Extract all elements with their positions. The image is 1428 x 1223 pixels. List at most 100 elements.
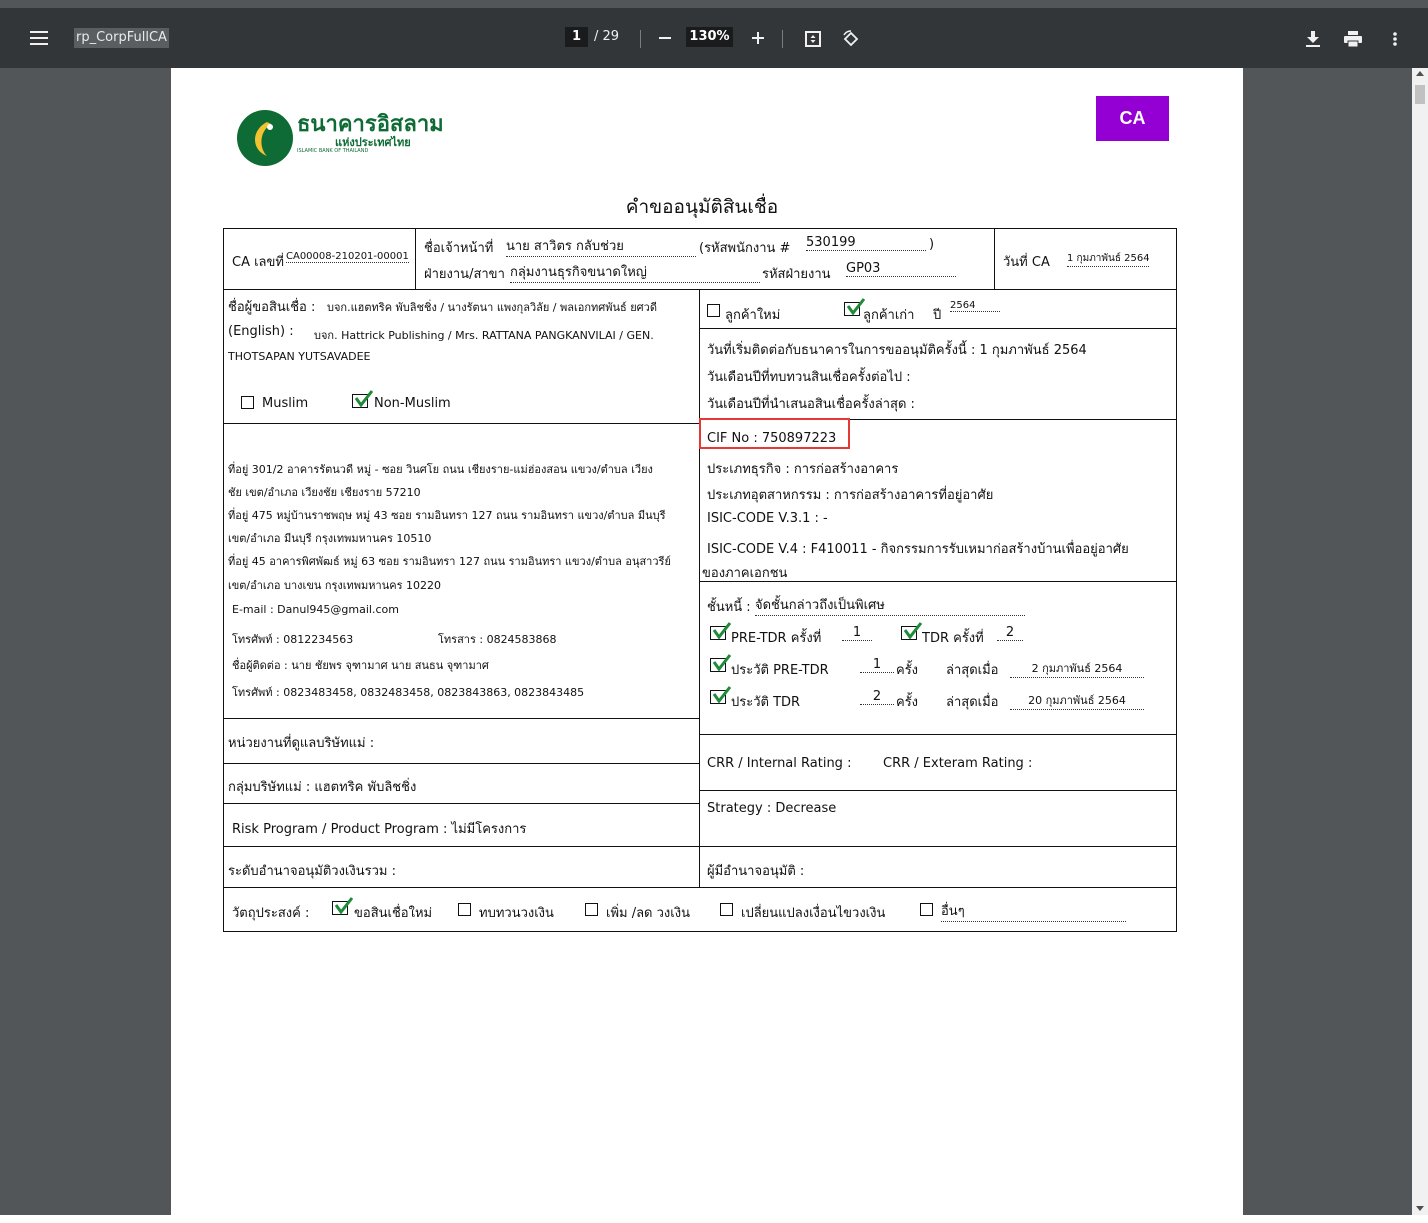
zoom-in-icon[interactable] bbox=[748, 28, 768, 48]
separator bbox=[782, 30, 783, 48]
tdr-count: 2 bbox=[997, 625, 1023, 641]
next-review: วันเดือนปีที่ทบทวนสินเชื่อครั้งต่อไป : bbox=[707, 370, 911, 385]
address-line-3: ที่อยู่ 475 หมู่บ้านราชพฤษ หมู่ 43 ซอย ร… bbox=[228, 509, 666, 522]
hist-tdr-count: 2 bbox=[860, 689, 894, 705]
zoom-input[interactable]: 130% bbox=[686, 27, 733, 47]
risk-program-cell: Risk Program / Product Program : ไม่มีโค… bbox=[223, 803, 700, 847]
ca-number-cell: CA เลขที่ CA00008-210201-00001 bbox=[223, 228, 416, 290]
crr-internal: CRR / Internal Rating : bbox=[707, 756, 852, 771]
address-line-2: ชัย เขต/อำเภอ เวียงชัย เชียงราย 57210 bbox=[228, 486, 421, 499]
contact-person: ชื่อผู้ติดต่อ : นาย ชัยพร จุฑามาศ นาย สน… bbox=[232, 659, 489, 672]
risk-program: Risk Program / Product Program : ไม่มีโค… bbox=[232, 822, 527, 837]
separator bbox=[640, 30, 641, 48]
zoom-out-icon[interactable] bbox=[655, 28, 675, 48]
isic-v4: ISIC-CODE V.4 : F410011 - กิจกรรมการรับเ… bbox=[707, 542, 1129, 557]
borrower-name-label: ชื่อผู้ขอสินเชื่อ : bbox=[228, 300, 316, 315]
debt-cell: ชั้นหนี้ : จัดชั้นกล่าวถึงเป็นพิเศษ PRE-… bbox=[699, 581, 1177, 735]
checkbox-checked-icon[interactable] bbox=[710, 686, 732, 704]
address-line-1: ที่อยู่ 301/2 อาคารรัตนวดี หมู่ - ซอย วิ… bbox=[228, 463, 653, 476]
ca-badge: CA bbox=[1096, 96, 1169, 141]
checkbox-checked-icon[interactable] bbox=[710, 654, 732, 672]
checkbox-empty-icon[interactable] bbox=[707, 304, 720, 317]
checkbox-empty-icon[interactable] bbox=[241, 396, 254, 409]
bottom-edge bbox=[0, 1215, 1428, 1223]
approval-level-cell: ระดับอำนาจอนุมัติวงเงินรวม : bbox=[223, 846, 700, 888]
checkbox-checked-icon[interactable] bbox=[844, 298, 866, 316]
scroll-down-icon[interactable] bbox=[1416, 1206, 1424, 1211]
emp-code-value: 530199 bbox=[806, 235, 926, 251]
purpose-option-change-conditions: เปลี่ยนแปลงเงื่อนไขวงเงิน bbox=[741, 906, 886, 921]
print-icon[interactable] bbox=[1342, 28, 1364, 50]
industry-type: ประเภทอุตสาหกรรม : การก่อสร้างอาคารที่อย… bbox=[707, 488, 994, 503]
dept-code-value: GP03 bbox=[846, 261, 956, 277]
cif-highlight bbox=[699, 418, 850, 449]
phone: โทรศัพท์ : 0812234563 bbox=[232, 633, 354, 646]
hist-tdr-label: ประวัติ TDR bbox=[731, 695, 801, 710]
parent-group-cell: กลุ่มบริษัทแม่ : แฮตทริค พับลิชชิ่ง bbox=[223, 763, 700, 804]
year-value: 2564 bbox=[950, 300, 1000, 312]
purpose-option-new: ขอสินเชื่อใหม่ bbox=[354, 906, 433, 921]
download-icon[interactable] bbox=[1302, 28, 1324, 50]
strategy: Strategy : Decrease bbox=[707, 801, 837, 816]
officer-value: นาย สาวิตร กลับช่วย bbox=[506, 235, 696, 257]
more-icon[interactable] bbox=[1384, 28, 1406, 50]
debt-class-label: ชั้นหนี้ : bbox=[707, 600, 751, 615]
checkbox-empty-icon[interactable] bbox=[458, 903, 471, 916]
checkbox-checked-icon[interactable] bbox=[901, 622, 923, 640]
address-line-6: เขต/อำเภอ บางเขน กรุงเทพมหานคร 10220 bbox=[228, 579, 442, 592]
tdr-label: TDR ครั้งที่ bbox=[922, 631, 984, 646]
crr-external: CRR / Exteram Rating : bbox=[883, 756, 1033, 771]
hist-pre-tdr-unit: ครั้ง bbox=[896, 663, 919, 678]
pdf-viewer: rp_CorpFullCA 1 / 29 130% ธนาคารอิสลาม แ… bbox=[0, 0, 1428, 1223]
contact-phones: โทรศัพท์ : 0823483458, 0832483458, 08238… bbox=[232, 686, 585, 699]
form-title: คำขออนุมัติสินเชื่อ bbox=[625, 196, 779, 218]
emp-code-label: (รหัสพนักงาน # bbox=[699, 241, 791, 256]
checkbox-checked-icon[interactable] bbox=[332, 897, 354, 915]
pdf-page: ธนาคารอิสลาม แห่งประเทศไทย ISLAMIC BANK … bbox=[171, 68, 1243, 1215]
purpose-option-other: อื่นๆ bbox=[941, 900, 1126, 922]
strategy-cell: Strategy : Decrease bbox=[699, 790, 1177, 847]
logo-emblem-icon bbox=[237, 110, 293, 166]
ca-number-value: CA00008-210201-00001 bbox=[286, 251, 409, 263]
checkbox-empty-icon[interactable] bbox=[920, 903, 933, 916]
parent-unit-cell: หน่วยงานที่ดูแลบริษัทแม่ : bbox=[223, 718, 700, 764]
dept-code-label: รหัสฝ่ายงาน bbox=[762, 267, 831, 282]
borrower-cell: ชื่อผู้ขอสินเชื่อ : บจก.แฮตทริค พับลิชชิ… bbox=[223, 289, 700, 424]
checkbox-checked-icon[interactable] bbox=[710, 622, 732, 640]
english-label: (English) : bbox=[228, 324, 294, 339]
officer-cell: ชื่อเจ้าหน้าที่ นาย สาวิตร กลับช่วย (รหั… bbox=[415, 228, 995, 290]
checkbox-empty-icon[interactable] bbox=[720, 903, 733, 916]
ca-number-label: CA เลขที่ bbox=[232, 255, 284, 270]
parent-group: กลุ่มบริษัทแม่ : แฮตทริค พับลิชชิ่ง bbox=[228, 780, 417, 795]
purpose-option-change-limit: เพิ่ม /ลด วงเงิน bbox=[606, 906, 690, 921]
scrollbar[interactable] bbox=[1412, 68, 1428, 1215]
dept-label: ฝ่ายงาน/สาขา bbox=[424, 267, 505, 282]
hist-tdr-last: 20 กุมภาพันธ์ 2564 bbox=[1010, 691, 1144, 710]
menu-icon[interactable] bbox=[26, 26, 52, 50]
fit-page-icon[interactable] bbox=[802, 28, 824, 50]
customer-type-cell: ลูกค้าใหม่ ลูกค้าเก่า ปี 2564 bbox=[699, 289, 1177, 329]
page-total: / 29 bbox=[594, 29, 620, 44]
ca-date-value: 1 กุมภาพันธ์ 2564 bbox=[1067, 251, 1150, 267]
new-customer-label: ลูกค้าใหม่ bbox=[725, 308, 781, 323]
ca-date-cell: วันที่ CA 1 กุมภาพันธ์ 2564 bbox=[994, 228, 1177, 290]
rotate-icon[interactable] bbox=[840, 28, 862, 50]
page-number-input[interactable]: 1 bbox=[565, 27, 588, 47]
hist-pre-tdr-last-label: ล่าสุดเมื่อ bbox=[946, 663, 999, 678]
checkbox-checked-icon[interactable] bbox=[352, 390, 374, 408]
document-title: rp_CorpFullCA bbox=[74, 28, 169, 48]
checkbox-empty-icon[interactable] bbox=[585, 903, 598, 916]
isic-v3: ISIC-CODE V.3.1 : - bbox=[707, 511, 828, 526]
scroll-thumb[interactable] bbox=[1415, 85, 1425, 104]
hist-tdr-last-label: ล่าสุดเมื่อ bbox=[946, 695, 999, 710]
document-viewer[interactable]: ธนาคารอิสลาม แห่งประเทศไทย ISLAMIC BANK … bbox=[0, 68, 1412, 1215]
emp-code-close: ) bbox=[929, 237, 935, 252]
address-cell: ที่อยู่ 301/2 อาคารรัตนวดี หมู่ - ซอย วิ… bbox=[223, 423, 700, 719]
hist-pre-tdr-last: 2 กุมภาพันธ์ 2564 bbox=[1010, 659, 1144, 678]
email: E-mail : Danul945@gmail.com bbox=[232, 603, 399, 616]
crr-cell: CRR / Internal Rating : CRR / Exteram Ra… bbox=[699, 734, 1177, 791]
borrower-name-th: บจก.แฮตทริค พับลิชชิ่ง / นางรัตนา แพงกุล… bbox=[327, 301, 657, 314]
scroll-up-icon[interactable] bbox=[1416, 71, 1424, 76]
parent-unit-label: หน่วยงานที่ดูแลบริษัทแม่ : bbox=[228, 736, 375, 751]
isic-v4-cont: ของภาคเอกชน bbox=[702, 566, 788, 581]
